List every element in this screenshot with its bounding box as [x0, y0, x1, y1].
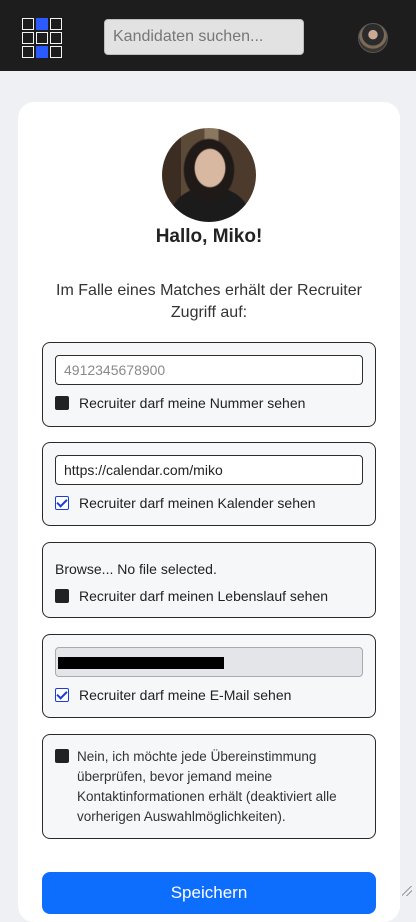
calendar-permission-box: https://calendar.com/miko Recruiter darf… [42, 442, 376, 526]
cv-permission-row[interactable]: Recruiter darf meinen Lebenslauf sehen [55, 587, 328, 605]
resize-handle-icon[interactable] [402, 886, 412, 896]
logo-cell [22, 46, 34, 58]
email-permission-box: Recruiter darf meine E-Mail sehen [42, 634, 376, 718]
optout-checkbox[interactable] [55, 749, 69, 763]
profile-photo [162, 128, 256, 222]
logo-cell [50, 32, 62, 44]
logo-cell [22, 18, 34, 30]
cv-permission-label: Recruiter darf meinen Lebenslauf sehen [79, 588, 329, 604]
logo-cell [36, 18, 48, 30]
phone-permission-row[interactable]: Recruiter darf meine Nummer sehen [55, 394, 305, 412]
user-avatar-icon[interactable] [358, 23, 388, 53]
cv-permission-checkbox[interactable] [55, 589, 69, 603]
greeting-heading: Hallo, Miko! [155, 226, 263, 247]
email-permission-checkbox[interactable] [55, 688, 69, 702]
phone-permission-checkbox[interactable] [55, 396, 69, 410]
optout-box: Nein, ich möchte jede Übereinstimmung üb… [42, 734, 376, 839]
logo-cell [36, 32, 48, 44]
calendar-permission-checkbox[interactable] [55, 496, 69, 510]
phone-permission-box: 4912345678900 Recruiter darf meine Numme… [42, 342, 376, 427]
save-button[interactable]: Speichern [42, 872, 376, 914]
optout-label: Nein, ich möchte jede Übereinstimmung üb… [77, 749, 337, 824]
redacted-email-value [58, 657, 224, 669]
top-navigation-bar [0, 0, 416, 71]
phone-permission-label: Recruiter darf meine Nummer sehen [79, 395, 306, 411]
email-permission-label: Recruiter darf meine E-Mail sehen [79, 687, 292, 703]
grid-logo-icon[interactable] [22, 18, 62, 58]
calendar-url-input[interactable]: https://calendar.com/miko [55, 455, 363, 485]
logo-cell [50, 46, 62, 58]
email-permission-row[interactable]: Recruiter darf meine E-Mail sehen [55, 686, 291, 704]
cv-file-input[interactable]: Browse... No file selected. [55, 561, 217, 577]
calendar-permission-row[interactable]: Recruiter darf meinen Kalender sehen [55, 494, 316, 512]
phone-number-input[interactable]: 4912345678900 [55, 355, 363, 385]
calendar-permission-label: Recruiter darf meinen Kalender sehen [79, 495, 316, 511]
logo-cell [22, 32, 34, 44]
logo-cell [36, 46, 48, 58]
email-input[interactable] [55, 647, 363, 677]
access-intro-text: Im Falle eines Matches erhält der Recrui… [56, 282, 362, 321]
logo-cell [50, 18, 62, 30]
candidate-search-input[interactable] [104, 19, 304, 55]
cv-permission-box: Browse... No file selected. Recruiter da… [42, 542, 376, 618]
